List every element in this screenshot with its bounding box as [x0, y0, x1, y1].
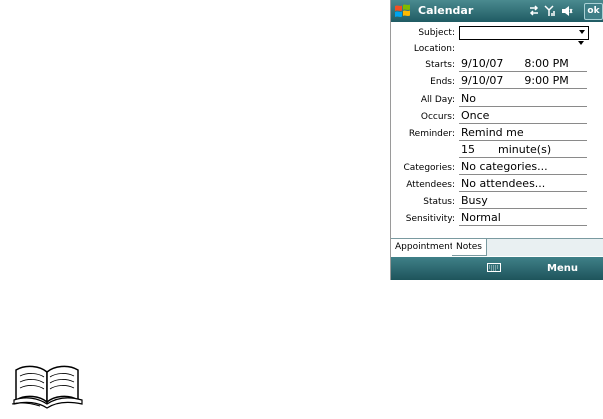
title-bar: Calendar ok	[391, 0, 603, 22]
attendees-row: Attendees: No attendees...	[391, 176, 603, 193]
all-day-label: All Day:	[420, 95, 455, 105]
attendees-field[interactable]: No attendees...	[459, 177, 587, 192]
attendees-label: Attendees:	[406, 180, 455, 190]
starts-field[interactable]: 9/10/07 8:00 PM	[459, 57, 587, 72]
ends-date[interactable]: 9/10/07	[461, 74, 503, 87]
subject-label: Subject:	[418, 28, 455, 38]
ends-row: Ends: 9/10/07 9:00 PM	[391, 73, 603, 90]
keyboard-icon[interactable]	[487, 263, 501, 272]
categories-row: Categories: No categories...	[391, 159, 603, 176]
sensitivity-row: Sensitivity: Normal	[391, 210, 603, 227]
ends-label: Ends:	[430, 77, 455, 87]
ends-field[interactable]: 9/10/07 9:00 PM	[459, 74, 587, 89]
reminder-row: Reminder: Remind me	[391, 125, 603, 142]
reminder-amount[interactable]: 15	[461, 143, 475, 156]
status-label: Status:	[423, 197, 455, 207]
starts-label: Starts:	[425, 60, 455, 70]
pocket-pc-screen: Calendar ok Subject: Location: Starts: 9…	[390, 0, 603, 280]
starts-date[interactable]: 9/10/07	[461, 57, 503, 70]
signal-icon[interactable]	[544, 5, 556, 17]
location-label: Location:	[413, 44, 455, 54]
starts-time[interactable]: 8:00 PM	[524, 57, 568, 70]
reminder-label: Reminder:	[408, 129, 455, 139]
occurs-field[interactable]: Once	[459, 109, 587, 124]
all-day-field[interactable]: No	[459, 92, 587, 107]
reminder-field[interactable]: Remind me	[459, 126, 587, 141]
status-row: Status: Busy	[391, 193, 603, 210]
chevron-down-icon[interactable]	[579, 30, 585, 34]
reminder-unit[interactable]: minute(s)	[498, 143, 551, 156]
volume-icon[interactable]	[561, 5, 573, 17]
windows-flag-icon[interactable]	[394, 3, 411, 19]
starts-row: Starts: 9/10/07 8:00 PM	[391, 56, 603, 73]
categories-label: Categories:	[403, 163, 455, 173]
all-day-row: All Day: No	[391, 91, 603, 108]
tab-appointment[interactable]: Appointment	[391, 239, 459, 256]
connectivity-icon[interactable]	[528, 5, 540, 17]
subject-row: Subject:	[391, 24, 603, 41]
location-combobox[interactable]	[459, 41, 587, 55]
window-title: Calendar	[418, 4, 474, 17]
sensitivity-label: Sensitivity:	[405, 214, 455, 224]
reminder-time-field[interactable]: 15 minute(s)	[459, 143, 587, 158]
ends-time[interactable]: 9:00 PM	[524, 74, 568, 87]
menu-bar: Menu	[391, 257, 603, 280]
open-book-note-icon	[11, 365, 83, 409]
tab-notes[interactable]: Notes	[452, 239, 487, 256]
chevron-down-icon[interactable]	[578, 41, 584, 45]
tab-strip: Appointment Notes	[391, 238, 603, 256]
occurs-label: Occurs:	[420, 112, 455, 122]
location-row: Location:	[391, 40, 603, 57]
subject-combobox[interactable]	[459, 26, 589, 40]
sensitivity-field[interactable]: Normal	[459, 211, 587, 226]
status-field[interactable]: Busy	[459, 194, 587, 209]
ok-button[interactable]: ok	[584, 3, 603, 20]
occurs-row: Occurs: Once	[391, 108, 603, 125]
menu-button[interactable]: Menu	[547, 263, 578, 274]
categories-field[interactable]: No categories...	[459, 160, 587, 175]
reminder-time-row: 15 minute(s)	[391, 142, 603, 159]
